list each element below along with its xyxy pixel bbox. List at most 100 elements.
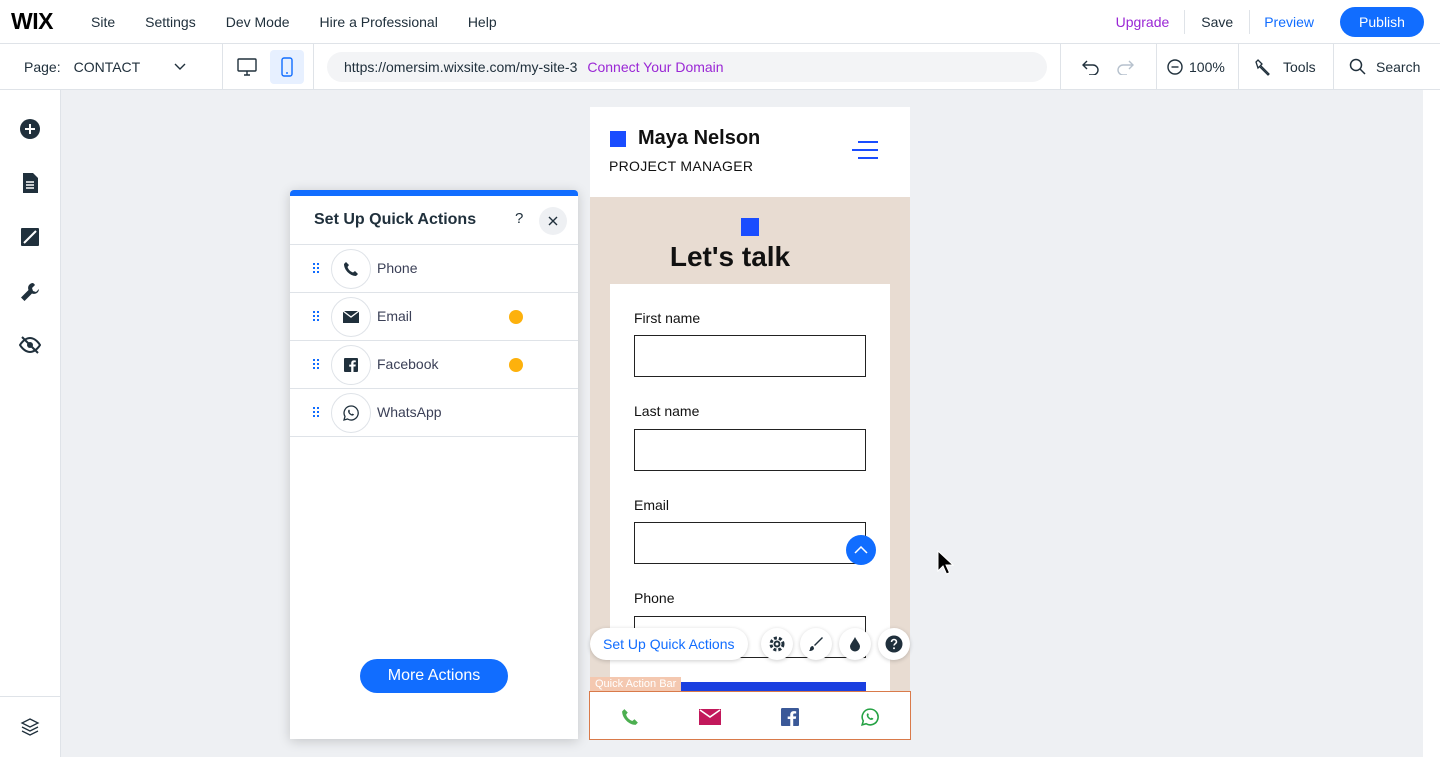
quick-action-row-facebook[interactable]: Facebook [290, 341, 578, 389]
divider [222, 44, 223, 89]
history-controls [1082, 44, 1134, 89]
site-header[interactable]: Maya Nelson PROJECT MANAGER [590, 107, 910, 197]
desktop-view-button[interactable] [230, 50, 264, 84]
drag-handle-icon[interactable] [313, 359, 319, 371]
pages-button[interactable] [18, 171, 42, 195]
page-selector[interactable]: Page: CONTACT [24, 44, 186, 89]
menu-site[interactable]: Site [91, 14, 115, 30]
upgrade-link[interactable]: Upgrade [1101, 14, 1185, 30]
page-value: CONTACT [73, 58, 141, 75]
menu-help[interactable]: Help [468, 14, 497, 30]
tools-button[interactable]: Tools [1255, 44, 1316, 89]
hide-elements-button[interactable] [18, 333, 42, 357]
tools-label: Tools [1283, 58, 1316, 75]
site-name: Maya Nelson [638, 127, 761, 149]
phone-icon [331, 249, 371, 289]
add-elements-button[interactable] [18, 117, 42, 141]
brush-icon [809, 637, 823, 651]
drag-handle-icon[interactable] [313, 311, 319, 323]
panel-title: Set Up Quick Actions [314, 211, 477, 228]
chevron-up-icon [854, 546, 868, 554]
help-button[interactable]: ? [515, 210, 523, 227]
site-url: https://omersim.wixsite.com/my-site-3 [344, 59, 578, 75]
qab-phone-icon[interactable] [619, 706, 641, 728]
quick-actions-panel: Set Up Quick Actions ? Phone Email Faceb… [290, 190, 578, 739]
wrench-icon [21, 283, 39, 301]
page-label: Page: [24, 58, 61, 75]
chevron-down-icon [174, 63, 186, 70]
action-label: WhatsApp [377, 404, 442, 420]
email-input[interactable] [634, 522, 866, 564]
divider [1333, 44, 1334, 89]
close-icon [548, 216, 558, 226]
settings-tools-button[interactable] [18, 280, 42, 304]
top-menu-bar: WIX Site Settings Dev Mode Hire a Profes… [0, 0, 1440, 44]
zoom-out-icon [1167, 58, 1183, 75]
drag-handle-icon[interactable] [313, 407, 319, 419]
scroll-to-top-button[interactable] [846, 535, 876, 565]
layers-icon [20, 718, 40, 736]
save-button[interactable]: Save [1185, 14, 1249, 30]
mobile-icon [281, 56, 293, 77]
qab-facebook-icon[interactable] [779, 706, 801, 728]
search-button[interactable]: Search [1349, 44, 1420, 89]
undo-icon[interactable] [1082, 59, 1100, 75]
divider [1156, 44, 1157, 89]
page-icon [23, 173, 38, 193]
logo-square [610, 131, 626, 147]
action-label: Email [377, 308, 413, 324]
mobile-view-button[interactable] [270, 49, 304, 84]
zoom-level: 100% [1189, 58, 1225, 75]
quick-action-bar[interactable] [589, 691, 911, 740]
action-label: Phone [377, 260, 418, 276]
email-icon [331, 297, 371, 337]
publish-button[interactable]: Publish [1340, 6, 1424, 37]
whatsapp-icon [331, 393, 371, 433]
last-name-input[interactable] [634, 429, 866, 471]
qab-email-icon[interactable] [699, 706, 721, 728]
more-actions-button[interactable]: More Actions [360, 659, 508, 693]
warning-icon[interactable] [509, 358, 523, 372]
contact-heading-text: Let's talk [669, 241, 791, 272]
preview-button[interactable]: Preview [1250, 14, 1328, 30]
question-icon [885, 635, 903, 653]
design-button[interactable] [800, 628, 832, 660]
wix-logo[interactable]: WIX [11, 8, 81, 35]
menu-hire-professional[interactable]: Hire a Professional [320, 14, 438, 30]
zoom-control[interactable]: 100% [1167, 44, 1225, 89]
drag-handle-icon[interactable] [313, 263, 319, 275]
qab-whatsapp-icon[interactable] [859, 706, 881, 728]
quick-action-row-phone[interactable]: Phone [290, 245, 578, 293]
search-label: Search [1376, 58, 1421, 75]
connect-domain-link[interactable]: Connect Your Domain [587, 59, 723, 75]
close-button[interactable] [539, 207, 567, 235]
first-name-input[interactable] [634, 335, 866, 377]
url-bar[interactable]: https://omersim.wixsite.com/my-site-3 Co… [327, 52, 1047, 82]
search-icon [1349, 58, 1366, 75]
help-button[interactable] [878, 628, 910, 660]
design-button[interactable] [18, 225, 42, 249]
divider [313, 44, 314, 89]
top-actions: Upgrade Save Preview Publish [1101, 0, 1440, 44]
add-icon [20, 119, 40, 139]
facebook-icon [331, 345, 371, 385]
quick-action-row-whatsapp[interactable]: WhatsApp [290, 389, 578, 437]
setup-quick-actions-button[interactable]: Set Up Quick Actions [590, 628, 748, 660]
menu-dev-mode[interactable]: Dev Mode [226, 14, 290, 30]
editor-toolbar: Page: CONTACT https://omersim.wixsite.co… [0, 44, 1440, 90]
contact-form: First name Last name Email Phone [610, 284, 890, 740]
hamburger-menu-icon[interactable] [852, 141, 878, 163]
quick-action-row-email[interactable]: Email [290, 293, 578, 341]
design-icon [21, 228, 39, 246]
last-name-label: Last name [634, 403, 700, 419]
warning-icon[interactable] [509, 310, 523, 324]
layers-button[interactable] [18, 715, 42, 739]
panel-header: Set Up Quick Actions ? [290, 196, 578, 245]
redo-icon[interactable] [1116, 59, 1134, 75]
color-button[interactable] [839, 628, 871, 660]
gear-icon [769, 636, 785, 652]
settings-button[interactable] [761, 628, 793, 660]
site-role: PROJECT MANAGER [609, 158, 754, 174]
menu-settings[interactable]: Settings [145, 14, 196, 30]
canvas-scrollbar[interactable] [1423, 90, 1440, 757]
